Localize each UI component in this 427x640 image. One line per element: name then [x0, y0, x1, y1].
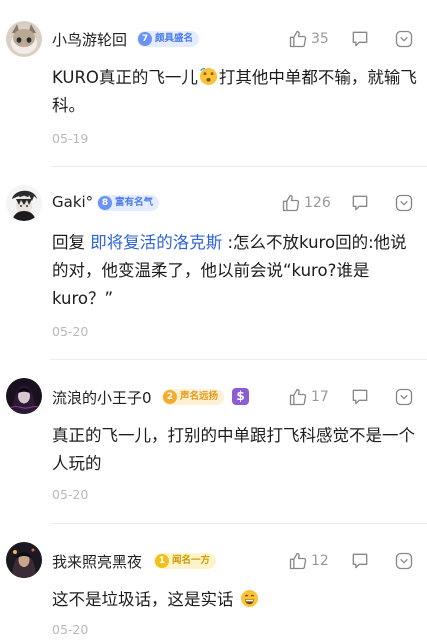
like-button[interactable]: 35 [288, 28, 329, 50]
comment-text: KURO真正的飞一儿 打其他中单都不输，就输飞科。 [52, 64, 422, 120]
badge-label: 声名远扬 [180, 391, 219, 402]
badge-label: 颇具盛名 [155, 33, 194, 44]
reply-icon[interactable] [350, 551, 370, 571]
like-button[interactable]: 12 [288, 550, 329, 572]
grinning-face-emoji-icon [240, 589, 258, 608]
dizzy-face-emoji-icon [199, 67, 217, 86]
like-count: 126 [304, 195, 331, 211]
comment-item: 流浪的小王子0 2 声名远扬 $ 17 真正的飞一儿，打别的中单跟打飞科感觉不是… [0, 360, 427, 523]
like-button[interactable]: 126 [281, 192, 331, 214]
reply-mention-link[interactable]: 即将复活的洛克斯 [90, 233, 222, 252]
like-count: 12 [311, 553, 329, 569]
level-number: 1 [155, 554, 169, 568]
badge-label: 闻名一方 [172, 555, 211, 566]
thumbs-up-icon [289, 30, 307, 48]
comment-date: 05-20 [52, 487, 89, 502]
comment-date: 05-20 [52, 324, 89, 339]
username[interactable]: 流浪的小王子0 [52, 387, 152, 408]
more-options-icon[interactable] [394, 551, 414, 571]
more-options-icon[interactable] [394, 193, 414, 213]
comment-text: 回复 即将复活的洛克斯 :怎么不放kuro回的:他说的对，他变温柔了，他以前会说… [52, 229, 422, 313]
comment-text-part: KURO真正的飞一儿 [52, 68, 198, 87]
level-badge: 2 声名远扬 [162, 389, 225, 405]
level-number: 8 [98, 196, 112, 210]
comment-item: 我来照亮黑夜 1 闻名一方 12 这不是垃圾话，这是实话 05-20 [0, 524, 427, 640]
like-count: 17 [311, 389, 329, 405]
level-badge: 1 闻名一方 [154, 553, 217, 569]
reply-icon[interactable] [350, 387, 370, 407]
reply-prefix: 回复 [52, 233, 91, 252]
thumbs-up-icon [289, 552, 307, 570]
reply-icon[interactable] [350, 29, 370, 49]
like-button[interactable]: 17 [288, 386, 329, 408]
level-badge: 7 颇具盛名 [137, 31, 200, 47]
level-number: 7 [138, 32, 152, 46]
avatar[interactable] [6, 21, 42, 57]
reply-icon[interactable] [350, 193, 370, 213]
vip-badge: $ [232, 388, 249, 405]
username[interactable]: 我来照亮黑夜 [52, 551, 142, 572]
like-count: 35 [311, 31, 329, 47]
thumbs-up-icon [282, 194, 300, 212]
avatar[interactable] [6, 542, 42, 578]
comment-date: 05-20 [52, 622, 89, 637]
comment-text-part: 这不是垃圾话，这是实话 [52, 590, 234, 609]
level-number: 2 [163, 390, 177, 404]
comment-text: 真正的飞一儿，打别的中单跟打飞科感觉不是一个人玩的 [52, 426, 415, 473]
comment-text: 这不是垃圾话，这是实话 [52, 586, 422, 614]
username[interactable]: 小鸟游轮回 [52, 29, 127, 50]
avatar[interactable] [6, 378, 42, 414]
username[interactable]: Gaki° [52, 193, 93, 211]
comment-date: 05-19 [52, 131, 89, 146]
thumbs-up-icon [289, 388, 307, 406]
comment-item: Gaki° 8 富有名气 126 回复 即将复活的洛克斯 :怎么不放kuro回的… [0, 167, 427, 359]
level-badge: 8 富有名气 [97, 195, 160, 211]
avatar[interactable] [6, 185, 42, 221]
comment-item: 小鸟游轮回 7 颇具盛名 35 KURO真正的飞一儿 打其他中单都不输，就输飞科。… [0, 0, 427, 166]
more-options-icon[interactable] [394, 387, 414, 407]
badge-label: 富有名气 [115, 197, 154, 208]
more-options-icon[interactable] [394, 29, 414, 49]
